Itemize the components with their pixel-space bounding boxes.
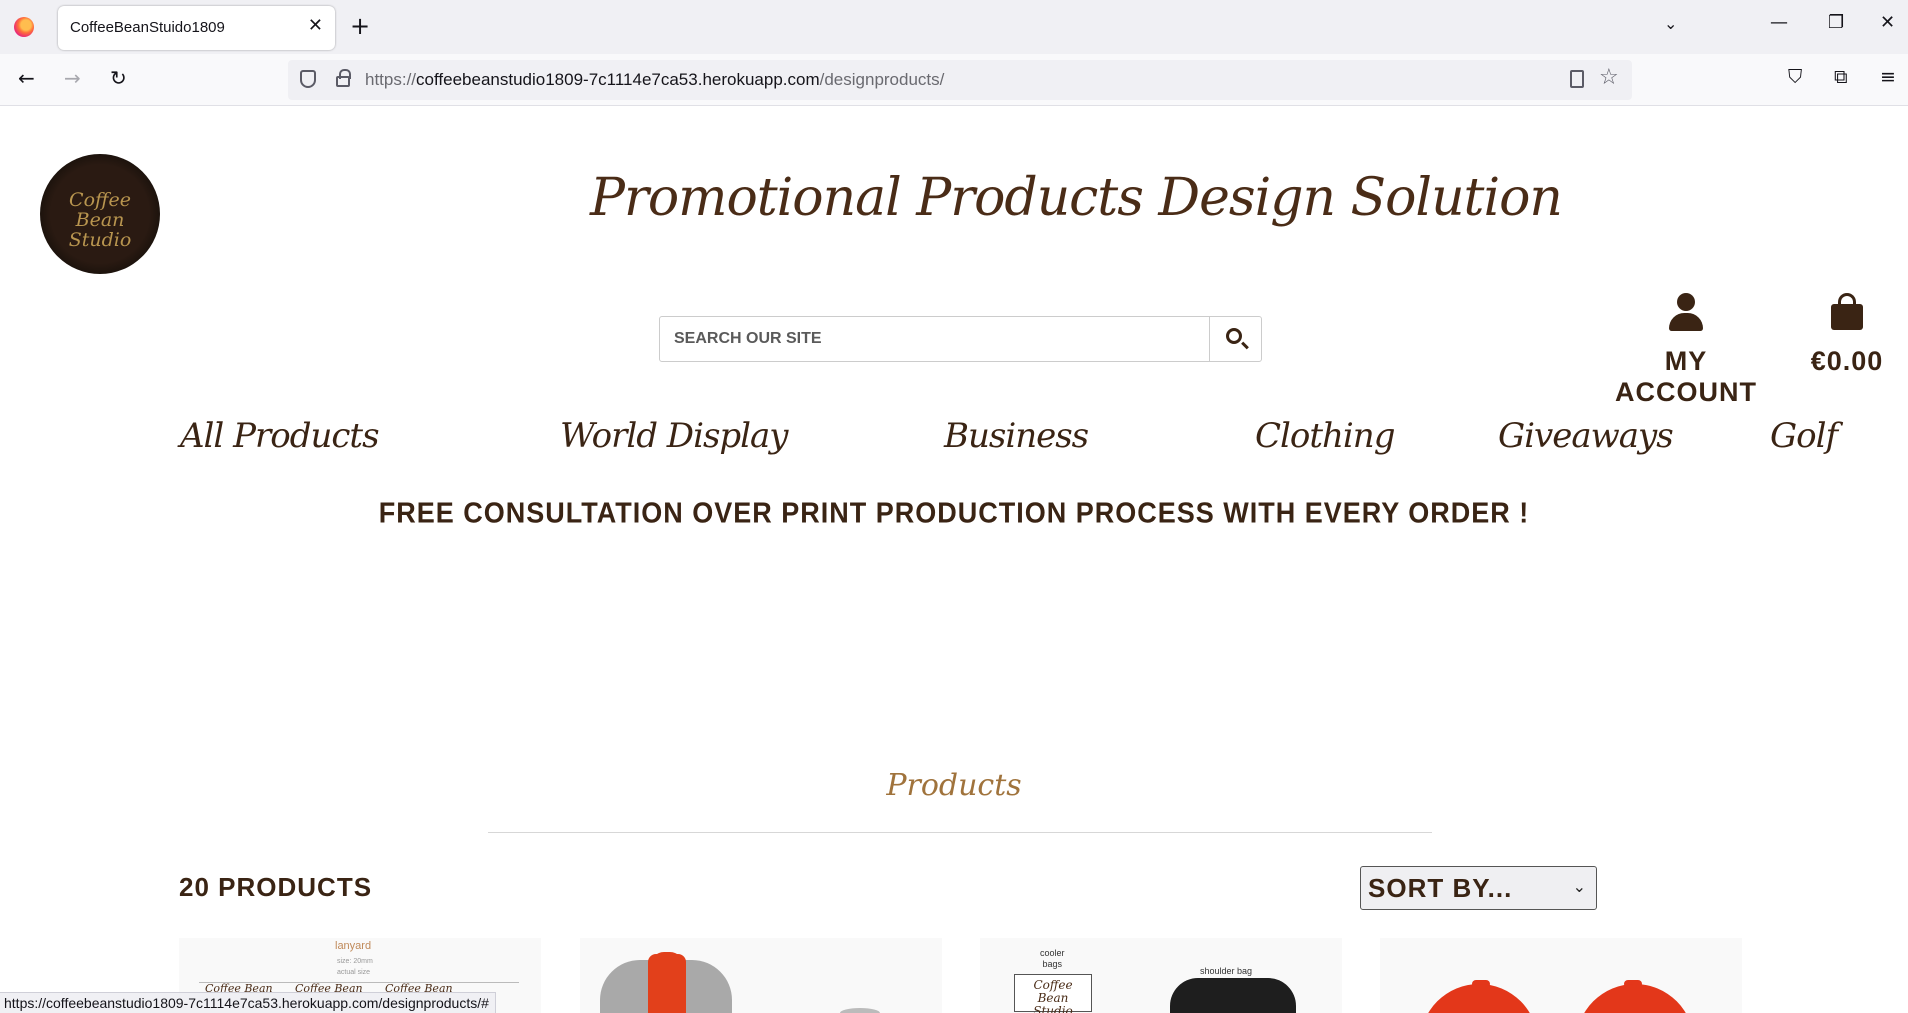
cap-image — [1576, 984, 1694, 1013]
product-card-bags[interactable]: cooler bags Coffee Bean Studio shoulder b… — [980, 938, 1342, 1013]
cap-image — [1420, 984, 1538, 1013]
lock-icon[interactable] — [336, 69, 351, 87]
reload-icon[interactable]: ↻ — [110, 66, 127, 90]
bookmark-star-icon[interactable]: ☆ — [1599, 65, 1619, 90]
products-heading: Products — [886, 768, 1022, 803]
new-tab-icon[interactable]: + — [350, 12, 370, 40]
nav-clothing[interactable]: Clothing — [1255, 416, 1395, 456]
browser-navigation-bar: ← → ↻ https://coffeebeanstudio1809-7c111… — [0, 54, 1908, 106]
promo-banner: FREE CONSULTATION OVER PRINT PRODUCTION … — [378, 497, 1530, 529]
pocket-icon[interactable]: ⛉ — [1788, 66, 1802, 88]
back-icon[interactable]: ← — [18, 66, 35, 90]
forward-icon[interactable]: → — [64, 66, 81, 90]
url-host: coffeebeanstudio1809-7c1114e7ca53.heroku… — [416, 70, 820, 89]
cooler-bag-image: Coffee Bean Studio — [1014, 974, 1092, 1013]
product-image-label: cooler bags — [1040, 948, 1065, 969]
sort-select[interactable]: SORT BY... ⌄ — [1360, 866, 1597, 910]
reader-view-icon[interactable] — [1570, 70, 1584, 88]
nav-golf[interactable]: Golf — [1770, 416, 1838, 456]
nav-all-products[interactable]: All Products — [180, 416, 380, 456]
user-icon — [1666, 292, 1706, 334]
address-bar[interactable]: https://coffeebeanstudio1809-7c1114e7ca5… — [288, 60, 1632, 100]
url-text[interactable]: https://coffeebeanstudio1809-7c1114e7ca5… — [365, 70, 944, 90]
restore-icon[interactable]: ❐ — [1828, 12, 1844, 33]
list-all-tabs-icon[interactable]: ⌄ — [1664, 14, 1677, 33]
browser-tab[interactable]: CoffeeBeanStuido1809 ✕ — [58, 6, 335, 50]
tab-title: CoffeeBeanStuido1809 — [70, 19, 225, 36]
url-path: /designproducts/ — [819, 70, 945, 89]
sort-selected-value: SORT BY... — [1368, 873, 1513, 903]
my-account-link[interactable]: MY ACCOUNT — [1612, 292, 1760, 408]
search-input[interactable] — [660, 317, 1210, 361]
logo-text: Coffee Bean Studio — [68, 189, 132, 251]
cart-total: €0.00 — [1810, 346, 1884, 376]
cooler-bag-logo: Coffee Bean Studio — [1033, 978, 1073, 1013]
nav-business[interactable]: Business — [944, 416, 1089, 456]
section-divider — [488, 832, 1432, 833]
search-icon — [1226, 328, 1242, 344]
close-window-icon[interactable]: ✕ — [1880, 12, 1895, 33]
product-image-sublabel: size: 20mm actual size — [337, 958, 373, 976]
product-image-label: shoulder bag — [1200, 966, 1253, 976]
nav-giveaways[interactable]: Giveaways — [1498, 416, 1674, 456]
product-image-label: lanyard — [335, 940, 372, 952]
minimize-icon[interactable]: — — [1770, 12, 1788, 33]
cart-link[interactable]: €0.00 — [1800, 292, 1894, 377]
close-tab-icon[interactable]: ✕ — [308, 15, 323, 36]
url-scheme: https:// — [365, 70, 417, 89]
tracking-protection-icon[interactable] — [300, 70, 316, 88]
product-count: 20 PRODUCTS — [179, 872, 373, 902]
site-title: Promotional Products Design Solution — [590, 168, 1563, 228]
chevron-down-icon: ⌄ — [1572, 877, 1586, 896]
shopping-bag-icon — [1829, 292, 1865, 334]
product-card-caps[interactable] — [1380, 938, 1742, 1013]
apron-accessory — [840, 1008, 880, 1013]
apron-front — [648, 954, 686, 1013]
browser-tab-strip: CoffeeBeanStuido1809 ✕ + ⌄ — ❐ ✕ — [0, 0, 1908, 54]
extensions-icon[interactable]: ⧉ — [1834, 66, 1848, 88]
shoulder-bag-image — [1170, 978, 1296, 1013]
nav-world-display[interactable]: World Display — [560, 416, 789, 456]
my-account-label: MY ACCOUNT — [1615, 346, 1757, 407]
product-card-apron[interactable] — [580, 938, 942, 1013]
status-bar-url: https://coffeebeanstudio1809-7c1114e7ca5… — [0, 992, 496, 1013]
search-button[interactable] — [1209, 317, 1261, 361]
search-form — [659, 316, 1262, 362]
menu-icon[interactable]: ≡ — [1880, 66, 1896, 88]
site-logo[interactable]: Coffee Bean Studio — [40, 154, 160, 274]
firefox-icon — [14, 17, 34, 37]
